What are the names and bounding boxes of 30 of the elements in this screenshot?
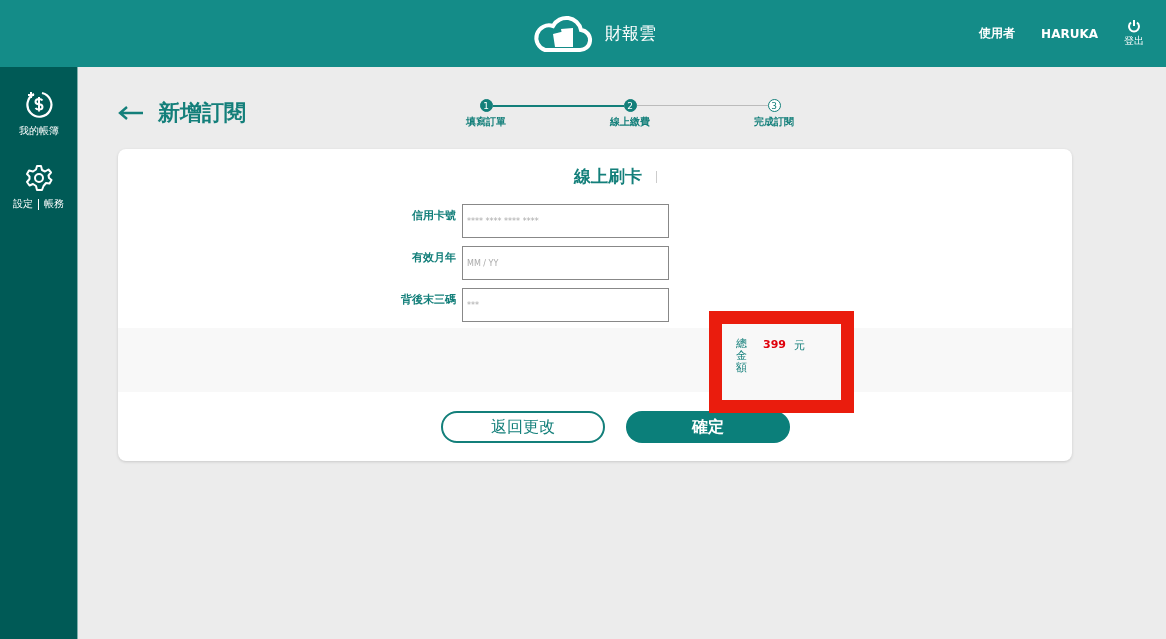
back-button[interactable]: 返回更改 <box>440 411 605 443</box>
field-label: 信用卡號 <box>411 208 456 224</box>
input-field[interactable]: **** **** **** **** <box>462 204 669 238</box>
step-marker: 1 <box>479 99 493 112</box>
confirm-button[interactable]: 確定 <box>625 411 790 443</box>
gear-icon[interactable] <box>24 164 53 192</box>
sidebar-item-label[interactable]: 我的帳簿 <box>18 124 59 138</box>
form-title: 線上刷卡 <box>573 165 642 188</box>
user-label: 使用者 <box>979 25 1016 42</box>
step-label: 填寫訂單 <box>466 115 506 129</box>
sidebar-item-label[interactable]: 帳務 <box>44 197 64 211</box>
field-label: 有效月年 <box>411 250 456 266</box>
step-label: 線上繳費 <box>610 115 650 129</box>
step-marker: 3 <box>767 99 781 112</box>
step-marker: 2 <box>623 99 637 112</box>
brand-name: 財報雲 <box>604 22 656 45</box>
power-icon <box>1127 19 1141 33</box>
user-name: HARUKA <box>1041 26 1098 41</box>
logout-button[interactable]: 登出 <box>1124 19 1144 48</box>
page-title: 新增訂閱 <box>158 99 246 127</box>
input-field[interactable]: *** <box>462 288 669 322</box>
step-label: 完成訂閱 <box>754 115 794 129</box>
sidebar-item-label[interactable]: 設定 <box>13 197 33 211</box>
currency-unit: 元 <box>793 338 805 354</box>
total-label: 總金額 <box>736 338 747 377</box>
field-label: 背後末三碼 <box>400 292 456 308</box>
back-arrow-icon[interactable] <box>118 105 144 121</box>
total-amount: 399 <box>763 338 786 353</box>
dollar-circle-icon[interactable] <box>23 89 54 119</box>
input-field[interactable]: MM / YY <box>462 246 669 280</box>
